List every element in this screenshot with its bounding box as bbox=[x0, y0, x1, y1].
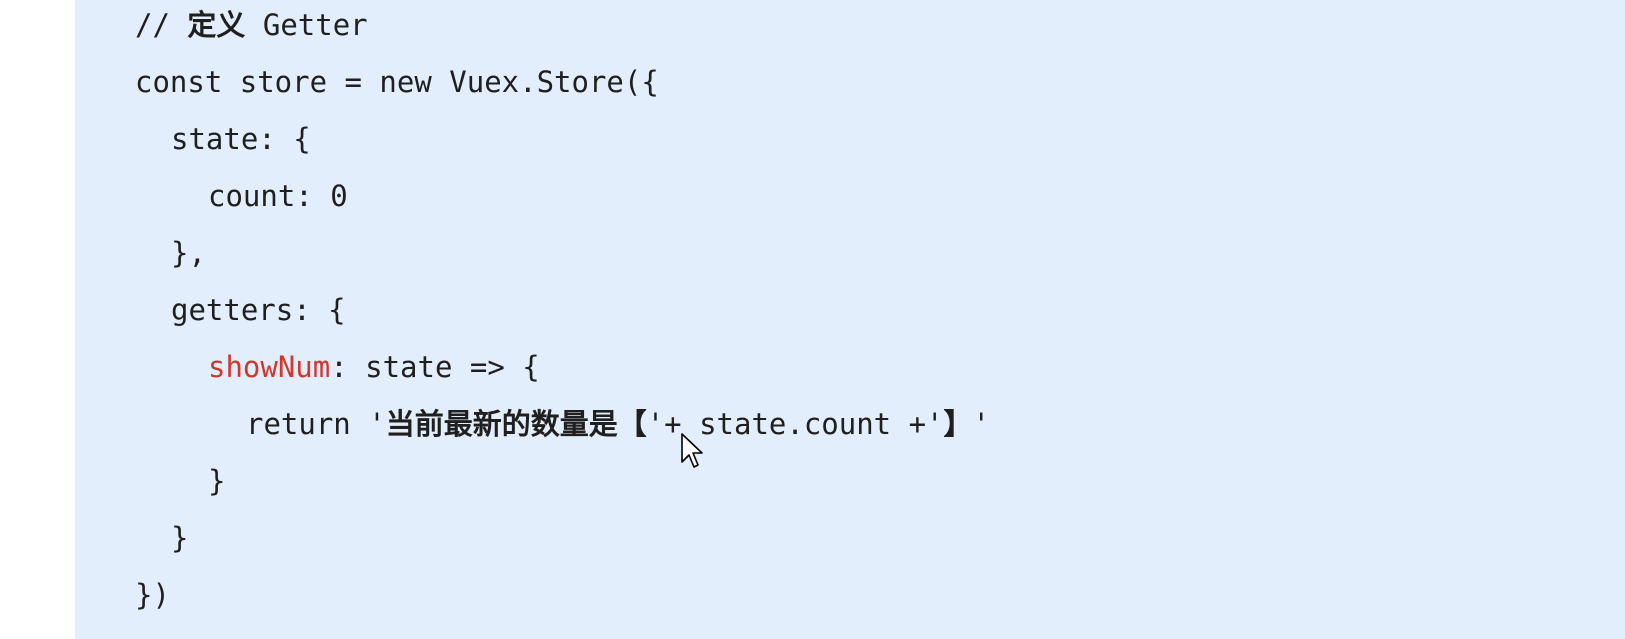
code-line-state-open: state: { bbox=[171, 122, 311, 156]
code-line-return: return '当前最新的数量是【'+ state.count +'】' bbox=[246, 404, 990, 444]
comment-cjk-text: 定义 bbox=[187, 8, 246, 42]
code-line-comment: // 定义 Getter bbox=[135, 5, 368, 45]
comment-rest: Getter bbox=[245, 8, 368, 42]
shownum-key: showNum bbox=[208, 350, 331, 384]
code-line-getters-close: } bbox=[171, 521, 189, 555]
code-line-store-close: }) bbox=[135, 578, 170, 612]
return-prefix: return ' bbox=[246, 407, 386, 441]
comment-prefix: // bbox=[135, 8, 188, 42]
left-margin bbox=[0, 0, 75, 639]
return-cjk-text: 当前最新的数量是【 bbox=[385, 407, 647, 441]
return-cjk-close-bracket: 】 bbox=[943, 407, 973, 441]
return-end-quote: ' bbox=[972, 407, 990, 441]
code-line-getters-open: getters: { bbox=[171, 293, 346, 327]
code-line-count: count: 0 bbox=[208, 179, 348, 213]
mouse-pointer-icon bbox=[681, 433, 703, 468]
code-line-shownum: showNum: state => { bbox=[208, 347, 540, 387]
code-line-arrow-close: } bbox=[208, 464, 226, 498]
code-line-store-declaration: const store = new Vuex.Store({ bbox=[135, 65, 659, 99]
code-line-state-close: }, bbox=[171, 236, 206, 270]
shownum-rest: : state => { bbox=[330, 350, 540, 384]
